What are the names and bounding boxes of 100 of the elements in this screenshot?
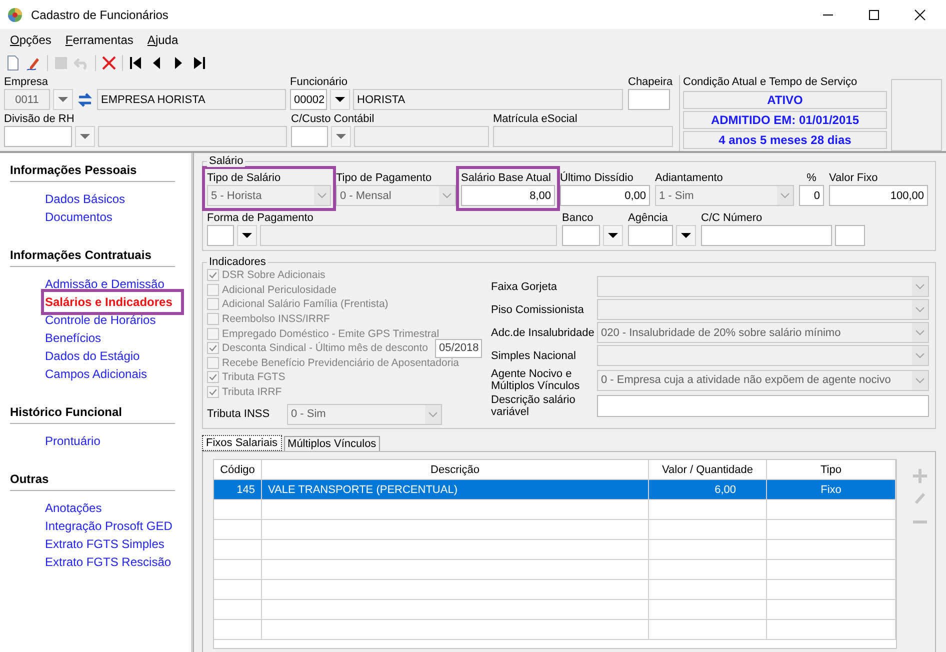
sidebar-link[interactable]: Benefícios <box>45 329 102 347</box>
sidebar-link[interactable]: Dados do Estágio <box>45 347 140 365</box>
checkbox[interactable] <box>207 284 219 296</box>
field-label: Banco <box>562 211 594 225</box>
chevron-down-icon <box>314 186 330 205</box>
sidebar-link[interactable]: Extrato FGTS Simples <box>45 535 164 553</box>
field-label: Matrícula eSocial <box>493 112 578 126</box>
checkbox-label: Reembolso INSS/IRRF <box>222 313 330 326</box>
employee-name-field: HORISTA <box>353 89 623 110</box>
chevron-down-icon <box>912 370 928 390</box>
checkbox[interactable] <box>207 371 219 384</box>
sidebar-link[interactable]: Extrato FGTS Rescisão <box>45 553 172 571</box>
input-field[interactable] <box>701 225 832 246</box>
chevron-down-icon <box>912 323 928 342</box>
checkbox[interactable] <box>207 298 219 310</box>
sidebar-link[interactable]: Controle de Horários <box>45 311 156 329</box>
input-field[interactable]: 0 <box>799 185 824 206</box>
field-label: Funcionário <box>290 75 348 89</box>
sidebar-link[interactable]: Documentos <box>45 208 112 226</box>
sidebar-link[interactable]: Prontuário <box>45 432 100 450</box>
field-label: Descrição salário variável <box>491 394 576 418</box>
table-cell: Fixo <box>767 480 896 500</box>
company-code-field[interactable]: 0011 <box>4 89 50 110</box>
menu-item[interactable]: Opções <box>10 33 52 47</box>
dropdown-button[interactable] <box>603 225 623 246</box>
last-record-icon[interactable] <box>191 55 207 71</box>
chevron-down-icon <box>777 186 793 205</box>
checkbox[interactable] <box>207 313 219 326</box>
caret-icon <box>80 134 90 139</box>
group-title: Indicadores <box>207 256 268 268</box>
sidebar-link[interactable]: Dados Básicos <box>45 190 126 208</box>
tab[interactable]: Múltiplos Vínculos <box>284 436 380 452</box>
section-title: Informações Pessoais <box>10 163 175 182</box>
combo-box[interactable]: 1 - Sim <box>655 185 794 206</box>
field-label: Chapeira <box>628 75 673 89</box>
input-field[interactable] <box>835 225 865 246</box>
new-document-icon[interactable] <box>5 55 21 71</box>
close-icon[interactable] <box>914 8 926 20</box>
field-label: % <box>806 171 818 185</box>
maximize-icon[interactable] <box>868 8 880 20</box>
field-label: Tributa INSS <box>207 408 271 420</box>
checkbox[interactable] <box>207 328 219 340</box>
input-field[interactable] <box>628 225 673 246</box>
field-label: Empresa <box>4 75 50 89</box>
input-field[interactable] <box>597 395 929 417</box>
window-title: Cadastro de Funcionários <box>31 8 168 22</box>
check-icon <box>208 372 218 382</box>
first-record-icon[interactable] <box>128 55 144 71</box>
sidebar-link[interactable]: Anotações <box>45 499 102 517</box>
caret-icon <box>58 97 68 102</box>
checkbox[interactable] <box>207 342 219 354</box>
employee-code-field[interactable]: 00002 <box>290 89 327 110</box>
input-field[interactable] <box>562 225 600 246</box>
checkbox-label: Recebe Benefício Previdenciário de Aposentadoria <box>222 356 459 369</box>
chapeira-field[interactable] <box>628 89 670 110</box>
checkbox[interactable] <box>207 386 219 398</box>
checkbox[interactable] <box>207 356 219 369</box>
delete-icon[interactable] <box>101 55 117 71</box>
field-label: Faixa Gorjeta <box>491 280 558 292</box>
menu-item[interactable]: Ajuda <box>147 33 178 47</box>
section-title: Histórico Funcional <box>10 405 175 424</box>
combo-box[interactable]: 0 - Empresa cuja a atividade não expõem de agente nocivo <box>597 370 929 390</box>
input-field[interactable]: 0,00 <box>560 185 650 206</box>
chevron-down-icon <box>912 300 928 319</box>
combo-value: 5 - Horista <box>211 190 263 202</box>
dropdown-button[interactable] <box>237 225 257 246</box>
combo-box[interactable]: 5 - Horista <box>207 185 331 206</box>
sidebar-link[interactable]: Campos Adicionais <box>45 365 148 383</box>
combo-box[interactable]: 0 - Sim <box>287 404 442 425</box>
field-label: Agente Nocivo e Múltiplos Vínculos <box>491 368 581 392</box>
menu-item[interactable]: Ferramentas <box>65 33 134 47</box>
table-row[interactable]: 145 VALE TRANSPORTE (PERCENTUAL) 6,00 Fixo <box>214 480 896 500</box>
month-field[interactable]: 05/2018 <box>435 338 482 358</box>
cost-center-code-field[interactable] <box>291 126 328 147</box>
division-code-field[interactable] <box>4 126 72 147</box>
dropdown-button[interactable] <box>676 225 696 246</box>
input-field[interactable]: 8,00 <box>461 185 555 206</box>
field-label: Agência <box>628 211 669 225</box>
combo-value: 0 - Mensal <box>340 190 392 202</box>
field-label: Tipo de Salário <box>207 171 282 185</box>
chevron-down-icon <box>439 186 455 205</box>
input-field[interactable]: 100,00 <box>829 185 928 206</box>
pencil-icon[interactable] <box>26 55 42 71</box>
input-field[interactable] <box>207 225 234 246</box>
caret-icon <box>242 233 252 238</box>
check-icon <box>208 343 218 354</box>
swap-arrow-icon[interactable] <box>76 90 94 108</box>
caret-icon <box>335 97 345 102</box>
app-logo-icon <box>7 6 23 22</box>
tab[interactable]: Fixos Salariais <box>202 435 282 452</box>
combo-value: 0 - Sim <box>291 408 327 420</box>
checkbox[interactable] <box>207 269 219 282</box>
combo-box[interactable]: 0 - Mensal <box>336 185 456 206</box>
group-title: Salário <box>207 155 246 167</box>
check-icon <box>208 387 218 398</box>
company-name-field: EMPRESA HORISTA <box>97 89 286 110</box>
combo-box[interactable]: 020 - Insalubridade de 20% sobre salário mínimo <box>597 322 929 343</box>
sidebar-link[interactable]: Admissão e Demissão <box>45 275 164 293</box>
dropdown-button[interactable] <box>330 89 350 110</box>
sidebar-link[interactable]: Integração Prosoft GED <box>45 517 172 535</box>
